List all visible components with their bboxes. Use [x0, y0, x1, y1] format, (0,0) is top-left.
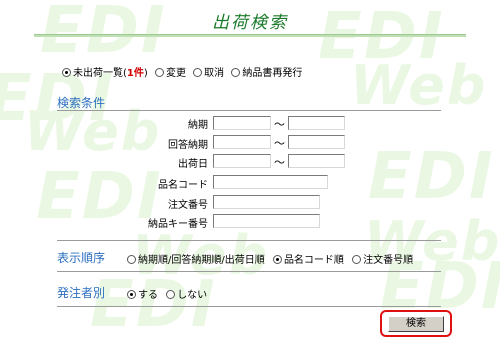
status-option-change-label: 変更	[165, 68, 186, 79]
order-number-input[interactable]	[213, 195, 320, 209]
status-option-change[interactable]: 変更	[154, 68, 189, 79]
answer-delivery-to-input[interactable]	[288, 135, 345, 149]
sort-option-date[interactable]: 納期順/回答納期順/出荷日順	[127, 255, 268, 266]
status-option-reissue[interactable]: 納品書再発行	[231, 68, 302, 79]
search-button[interactable]: 検索	[388, 316, 444, 332]
status-option-cancel[interactable]: 取消	[193, 68, 227, 79]
orderer-option-no-label: しない	[177, 290, 208, 301]
sort-option-date-label: 納期順/回答納期順/出荷日順	[138, 255, 265, 266]
ship-date-to-input[interactable]	[288, 154, 345, 168]
sort-option-order-label: 注文番号順	[363, 255, 414, 266]
radio-sort-date[interactable]	[127, 255, 136, 264]
orderer-option-yes-label: する	[138, 290, 158, 301]
orderer-option-no[interactable]: しない	[166, 290, 207, 301]
sort-order-divider-top	[57, 240, 441, 241]
sort-option-product-label: 品名コード順	[283, 255, 344, 266]
radio-sort-product[interactable]	[272, 255, 282, 264]
shipment-search-page: 出荷検索 未出荷一覧(1件) 変更 取消 納品書再発行 検索条件 納期 ～ 回答…	[0, 0, 500, 341]
title-divider	[34, 34, 466, 37]
answer-delivery-tilde: ～	[274, 137, 285, 150]
radio-change[interactable]	[154, 68, 164, 77]
page-title: 出荷検索	[212, 13, 288, 33]
radio-cancel[interactable]	[193, 68, 203, 77]
delivery-date-to-input[interactable]	[288, 116, 345, 130]
orderer-filter-options: する しない	[127, 286, 212, 301]
status-option-unshipped[interactable]: 未出荷一覧(1件)	[62, 68, 151, 79]
radio-orderer-yes[interactable]	[127, 290, 136, 299]
product-code-input[interactable]	[213, 175, 328, 189]
radio-orderer-no[interactable]	[166, 290, 176, 299]
search-button-highlight: 検索	[380, 310, 452, 337]
orderer-divider-top	[57, 271, 441, 272]
answer-delivery-from-input[interactable]	[213, 135, 271, 149]
product-code-label: 品名コード	[158, 180, 208, 191]
search-conditions-label: 検索条件	[57, 96, 106, 110]
delivery-date-tilde: ～	[274, 118, 285, 131]
radio-unshipped[interactable]	[62, 68, 71, 77]
order-number-label: 注文番号	[168, 200, 208, 211]
delivery-date-from-input[interactable]	[213, 116, 271, 130]
sort-order-options: 納期順/回答納期順/出荷日順 品名コード順 注文番号順	[127, 251, 418, 266]
status-option-cancel-label: 取消	[204, 68, 225, 79]
search-conditions-divider	[57, 110, 441, 111]
delivery-key-input[interactable]	[213, 214, 320, 228]
status-option-reissue-label: 納品書再発行	[242, 68, 303, 79]
sort-option-product[interactable]: 品名コード順	[272, 255, 347, 266]
unshipped-count: 1件	[126, 68, 144, 79]
search-button-divider	[57, 306, 441, 307]
status-option-unshipped-label: 未出荷一覧(1件)	[73, 68, 148, 79]
ship-date-label: 出荷日	[178, 159, 208, 170]
sort-order-label: 表示順序	[57, 251, 106, 265]
radio-sort-order[interactable]	[352, 255, 362, 264]
orderer-option-yes[interactable]: する	[127, 290, 161, 301]
radio-reissue[interactable]	[231, 68, 241, 77]
orderer-filter-label: 発注者別	[57, 286, 106, 300]
sort-option-order[interactable]: 注文番号順	[352, 255, 413, 266]
delivery-date-label: 納期	[188, 120, 208, 131]
ship-date-tilde: ～	[274, 156, 285, 169]
ship-date-from-input[interactable]	[213, 154, 271, 168]
delivery-key-label: 納品キー番号	[148, 219, 208, 230]
status-options: 未出荷一覧(1件) 変更 取消 納品書再発行	[62, 64, 306, 79]
answer-delivery-label: 回答納期	[168, 140, 208, 151]
